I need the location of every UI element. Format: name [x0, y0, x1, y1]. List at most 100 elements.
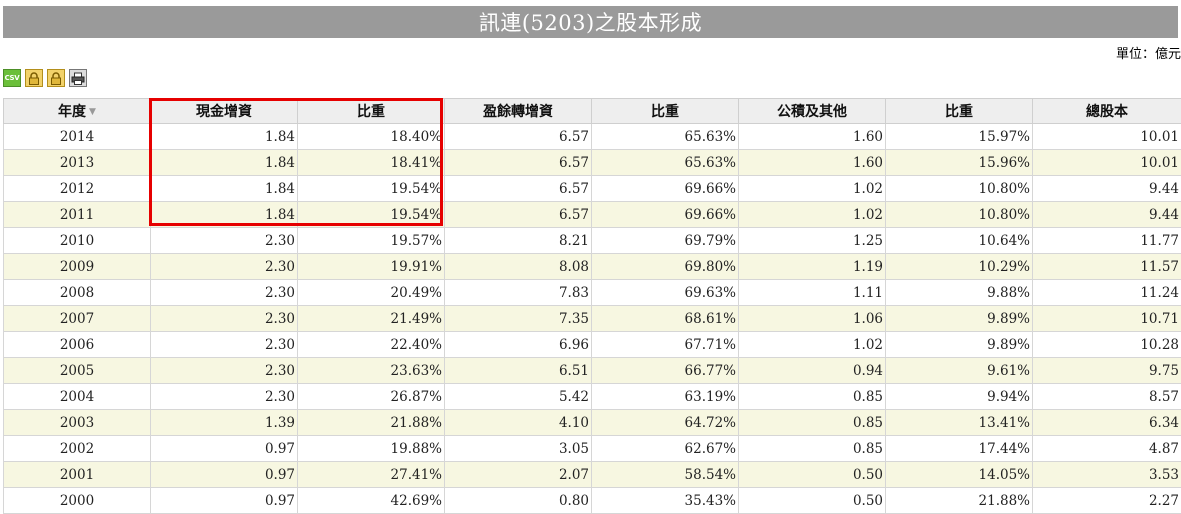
reserve-other-cell: 0.50	[739, 488, 886, 514]
earnings-ratio-cell: 68.61%	[592, 306, 739, 332]
sort-arrow-icon[interactable]: ▼	[89, 107, 96, 117]
toolbar: CSV	[3, 68, 87, 88]
earnings-ratio-cell: 62.67%	[592, 436, 739, 462]
year-cell: 2000	[4, 488, 151, 514]
earnings-ratio-cell: 69.79%	[592, 228, 739, 254]
earnings-ratio-cell: 58.54%	[592, 462, 739, 488]
column-header-reserve-other[interactable]: 公積及其他	[739, 99, 886, 124]
total-capital-cell: 8.57	[1033, 384, 1181, 410]
total-capital-cell: 10.01	[1033, 150, 1181, 176]
cash-increase-cell: 0.97	[151, 488, 298, 514]
reserve-ratio-cell: 9.89%	[886, 306, 1033, 332]
reserve-ratio-cell: 14.05%	[886, 462, 1033, 488]
earnings-transfer-cell: 8.08	[445, 254, 592, 280]
earnings-ratio-cell: 64.72%	[592, 410, 739, 436]
table-row: 20141.8418.40%6.5765.63%1.6015.97%10.01	[4, 124, 1181, 150]
table-row: 20072.3021.49%7.3568.61%1.069.89%10.71	[4, 306, 1181, 332]
printer-icon[interactable]	[69, 69, 87, 87]
reserve-other-cell: 0.85	[739, 436, 886, 462]
earnings-transfer-cell: 6.57	[445, 176, 592, 202]
table-row: 20111.8419.54%6.5769.66%1.0210.80%9.44	[4, 202, 1181, 228]
table-row: 20000.9742.69%0.8035.43%0.5021.88%2.27	[4, 488, 1181, 514]
column-header-cash-increase[interactable]: 現金增資	[151, 99, 298, 124]
year-cell: 2012	[4, 176, 151, 202]
reserve-ratio-cell: 10.80%	[886, 202, 1033, 228]
earnings-transfer-cell: 6.51	[445, 358, 592, 384]
cash-ratio-cell: 19.91%	[298, 254, 445, 280]
table-row: 20092.3019.91%8.0869.80%1.1910.29%11.57	[4, 254, 1181, 280]
capital-formation-table: 年度▼ 現金增資 比重 盈餘轉增資 比重 公積及其他 比重 總股本 20141.…	[3, 98, 1181, 514]
cash-increase-cell: 1.84	[151, 124, 298, 150]
unit-label: 單位：億元	[1116, 43, 1181, 62]
table-header-row: 年度▼ 現金增資 比重 盈餘轉增資 比重 公積及其他 比重 總股本	[4, 99, 1181, 124]
cash-increase-cell: 2.30	[151, 280, 298, 306]
year-cell: 2005	[4, 358, 151, 384]
reserve-other-cell: 1.60	[739, 124, 886, 150]
cash-ratio-cell: 22.40%	[298, 332, 445, 358]
csv-export-icon[interactable]: CSV	[3, 69, 21, 87]
earnings-ratio-cell: 69.63%	[592, 280, 739, 306]
lock-icon[interactable]	[47, 69, 65, 87]
year-cell: 2003	[4, 410, 151, 436]
table-row: 20102.3019.57%8.2169.79%1.2510.64%11.77	[4, 228, 1181, 254]
total-capital-cell: 9.75	[1033, 358, 1181, 384]
earnings-ratio-cell: 65.63%	[592, 124, 739, 150]
reserve-ratio-cell: 17.44%	[886, 436, 1033, 462]
cash-increase-cell: 2.30	[151, 358, 298, 384]
total-capital-cell: 11.57	[1033, 254, 1181, 280]
reserve-other-cell: 0.85	[739, 410, 886, 436]
total-capital-cell: 10.71	[1033, 306, 1181, 332]
total-capital-cell: 2.27	[1033, 488, 1181, 514]
earnings-transfer-cell: 3.05	[445, 436, 592, 462]
total-capital-cell: 4.87	[1033, 436, 1181, 462]
column-header-year[interactable]: 年度▼	[4, 99, 151, 124]
table-row: 20010.9727.41%2.0758.54%0.5014.05%3.53	[4, 462, 1181, 488]
reserve-ratio-cell: 9.88%	[886, 280, 1033, 306]
earnings-transfer-cell: 6.96	[445, 332, 592, 358]
lock-icon[interactable]	[25, 69, 43, 87]
reserve-ratio-cell: 13.41%	[886, 410, 1033, 436]
reserve-ratio-cell: 10.64%	[886, 228, 1033, 254]
column-header-earnings-transfer[interactable]: 盈餘轉增資	[445, 99, 592, 124]
total-capital-cell: 10.01	[1033, 124, 1181, 150]
table-row: 20042.3026.87%5.4263.19%0.859.94%8.57	[4, 384, 1181, 410]
cash-increase-cell: 0.97	[151, 462, 298, 488]
earnings-ratio-cell: 69.80%	[592, 254, 739, 280]
table-row: 20131.8418.41%6.5765.63%1.6015.96%10.01	[4, 150, 1181, 176]
column-header-total-capital[interactable]: 總股本	[1033, 99, 1181, 124]
reserve-ratio-cell: 21.88%	[886, 488, 1033, 514]
earnings-ratio-cell: 67.71%	[592, 332, 739, 358]
cash-increase-cell: 2.30	[151, 384, 298, 410]
cash-ratio-cell: 19.54%	[298, 176, 445, 202]
reserve-other-cell: 1.02	[739, 202, 886, 228]
cash-increase-cell: 2.30	[151, 306, 298, 332]
cash-increase-cell: 1.84	[151, 150, 298, 176]
total-capital-cell: 10.28	[1033, 332, 1181, 358]
reserve-other-cell: 1.02	[739, 332, 886, 358]
reserve-other-cell: 1.11	[739, 280, 886, 306]
reserve-other-cell: 0.94	[739, 358, 886, 384]
table-row: 20062.3022.40%6.9667.71%1.029.89%10.28	[4, 332, 1181, 358]
cash-ratio-cell: 20.49%	[298, 280, 445, 306]
cash-ratio-cell: 26.87%	[298, 384, 445, 410]
cash-increase-cell: 2.30	[151, 254, 298, 280]
table-row: 20082.3020.49%7.8369.63%1.119.88%11.24	[4, 280, 1181, 306]
earnings-ratio-cell: 35.43%	[592, 488, 739, 514]
table-row: 20052.3023.63%6.5166.77%0.949.61%9.75	[4, 358, 1181, 384]
year-cell: 2008	[4, 280, 151, 306]
page-title: 訊連(5203)之股本形成	[3, 6, 1178, 38]
column-header-earnings-ratio[interactable]: 比重	[592, 99, 739, 124]
year-cell: 2001	[4, 462, 151, 488]
earnings-transfer-cell: 2.07	[445, 462, 592, 488]
column-header-reserve-ratio[interactable]: 比重	[886, 99, 1033, 124]
reserve-other-cell: 1.06	[739, 306, 886, 332]
total-capital-cell: 6.34	[1033, 410, 1181, 436]
year-cell: 2002	[4, 436, 151, 462]
cash-ratio-cell: 27.41%	[298, 462, 445, 488]
table-row: 20020.9719.88%3.0562.67%0.8517.44%4.87	[4, 436, 1181, 462]
earnings-ratio-cell: 63.19%	[592, 384, 739, 410]
column-header-cash-ratio[interactable]: 比重	[298, 99, 445, 124]
total-capital-cell: 9.44	[1033, 202, 1181, 228]
cash-ratio-cell: 23.63%	[298, 358, 445, 384]
year-cell: 2009	[4, 254, 151, 280]
